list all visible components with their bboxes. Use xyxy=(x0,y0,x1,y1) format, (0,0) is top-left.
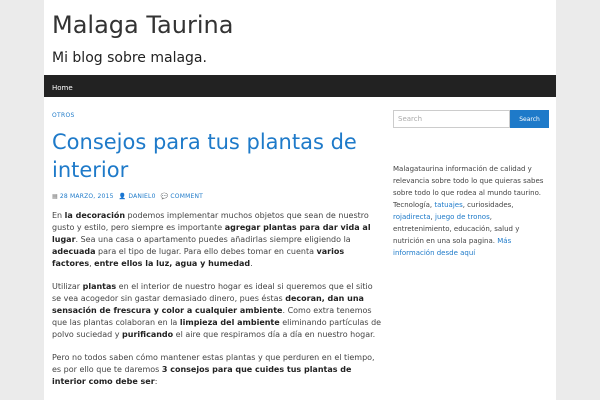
page: Malaga Taurina Mi blog sobre malaga. Hom… xyxy=(44,0,556,400)
site-title[interactable]: Malaga Taurina xyxy=(52,0,556,39)
text-run: : xyxy=(154,377,158,386)
post-paragraph: Utilizar plantas en el interior de nuest… xyxy=(52,281,382,341)
post-paragraph: En la decoración podemos implementar muc… xyxy=(52,210,382,270)
search-input[interactable] xyxy=(393,110,510,128)
bold-text: la decoración xyxy=(64,211,126,220)
widget-link[interactable]: rojadirecta xyxy=(393,213,431,221)
text-run: para el tipo de lugar. Para ello debes t… xyxy=(95,247,317,256)
post-date[interactable]: 28 MARZO, 2015 xyxy=(60,193,114,200)
site-header: Malaga Taurina Mi blog sobre malaga. xyxy=(44,0,556,75)
calendar-icon: ▦ xyxy=(52,193,58,200)
text-run: En xyxy=(52,211,65,220)
post-body: En la decoración podemos implementar muc… xyxy=(52,210,382,399)
bold-text: entre ellos la luz, agua y humedad xyxy=(94,259,251,268)
post-meta: ▦ 28 MARZO, 2015 👤 DANIEL0 💬 COMMENT xyxy=(52,191,206,203)
category-link[interactable]: OTROS xyxy=(52,110,75,122)
bold-text: adecuada xyxy=(52,247,96,256)
search-form: Search xyxy=(393,110,549,128)
text-run: el aire que respiramos día a día en nues… xyxy=(173,330,376,339)
widget-link[interactable]: juego de tronos xyxy=(435,213,490,221)
bold-text: plantas xyxy=(82,282,117,291)
user-icon: 👤 xyxy=(118,193,127,200)
sidebar: Search Malagataurina información de cali… xyxy=(393,110,549,259)
main-navigation: Home xyxy=(44,75,556,97)
post-paragraph: Pero no todos saben cómo mantener estas … xyxy=(52,352,382,388)
search-button[interactable]: Search xyxy=(510,110,549,128)
text-run: , curiosidades, xyxy=(462,201,514,209)
text-run: Utilizar xyxy=(52,282,83,291)
bold-text: purificando xyxy=(122,330,174,339)
site-description: Mi blog sobre malaga. xyxy=(52,50,207,66)
bold-text: limpieza del ambiente xyxy=(179,318,280,327)
text-run: . Sea una casa o apartamento puedes añad… xyxy=(75,235,351,244)
comment-icon: 💬 xyxy=(160,193,169,200)
post-author[interactable]: DANIEL0 xyxy=(128,193,155,200)
nav-item-home[interactable]: Home xyxy=(44,77,73,99)
widget-link[interactable]: tatuajes xyxy=(434,201,462,209)
post-comment-link[interactable]: COMMENT xyxy=(170,193,203,200)
about-widget-text: Malagataurina información de calidad y r… xyxy=(393,163,549,259)
post-title[interactable]: Consejos para tus plantas de interior xyxy=(52,128,382,184)
text-run: . xyxy=(250,259,253,268)
